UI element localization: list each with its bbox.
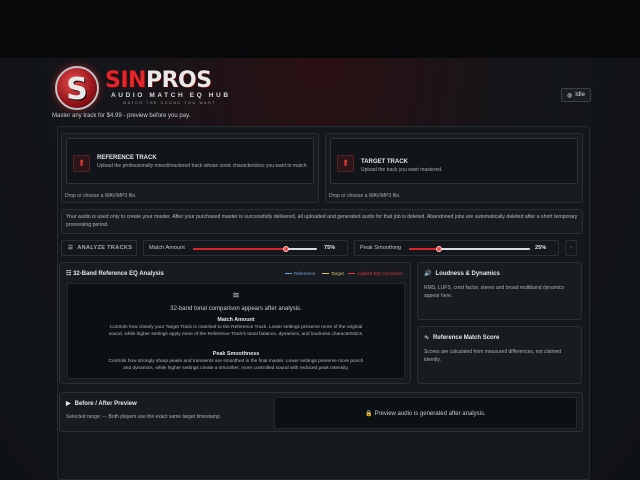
- preview-message: 🔒 Preview audio is generated after analy…: [365, 411, 486, 417]
- peak-smoothness-help: Controls how strongly sharp peaks and tr…: [108, 359, 364, 372]
- eq-empty-message: 32-band tonal comparison appears after a…: [170, 306, 302, 312]
- before-after-title: ▶ Before / After Preview: [66, 400, 137, 408]
- reference-title: REFERENCE TRACK: [97, 155, 157, 161]
- target-desc: Upload the track you want mastered.: [361, 167, 443, 173]
- eq-title: ☷ 32-Band Reference EQ Analysis: [66, 271, 164, 277]
- top-bar: [0, 0, 640, 58]
- match-amount-heading: Match Amount: [217, 317, 255, 323]
- peak-smoothing-value: 25%: [535, 245, 547, 251]
- lock-icon: 🔒: [365, 411, 373, 417]
- target-hint: Drop or choose a WAV/MP3 file.: [329, 193, 401, 199]
- status-label: Idle: [575, 92, 585, 98]
- before-after-desc: Selected range: --. Both players use the…: [66, 414, 222, 420]
- status-dot-icon: ◍: [567, 92, 573, 99]
- peak-smoothing-control: Peak Smoothing 25%: [354, 240, 559, 256]
- play-icon: ▶: [66, 401, 71, 407]
- legend-reference: Reference: [285, 271, 315, 276]
- analyze-label: ANALYZE TRACKS: [77, 245, 133, 251]
- peak-smoothing-thumb[interactable]: [436, 246, 443, 252]
- upload-icon: ⬆: [73, 155, 90, 172]
- logo-wordmark: SINPROS: [105, 68, 212, 93]
- peak-smoothing-fill: [409, 248, 440, 250]
- match-amount-slider[interactable]: [193, 246, 317, 252]
- target-dropzone[interactable]: ⬆ TARGET TRACK Upload the track you want…: [330, 138, 578, 184]
- speaker-icon: 🔊: [424, 271, 432, 277]
- eq-graph-area: ≋ 32-band tonal comparison appears after…: [67, 283, 405, 379]
- match-amount-control: Match Amount 75%: [143, 240, 348, 256]
- match-amount-fill: [193, 248, 286, 250]
- before-after-panel: ▶ Before / After Preview Selected range: …: [59, 392, 583, 432]
- logo-tagline: MATCH THE SOUND YOU WANT: [123, 101, 217, 105]
- next-button[interactable]: ›: [565, 240, 577, 256]
- reference-desc: Upload the professionally mixed/mastered…: [97, 163, 308, 169]
- status-button[interactable]: ◍ Idle: [561, 88, 591, 102]
- eq-analysis-panel: ☷ 32-Band Reference EQ Analysis Referenc…: [59, 262, 411, 384]
- loudness-desc: RMS, LUFS, crest factor, stereo and broa…: [424, 285, 565, 299]
- page-tagline: Master any track for $4.99 - preview bef…: [52, 113, 191, 119]
- loudness-panel: 🔊 Loudness & Dynamics RMS, LUFS, crest fa…: [417, 262, 582, 320]
- legend-target: Target: [322, 271, 344, 276]
- bars-icon: ☷: [66, 271, 72, 277]
- logo-subtitle: AUDIO MATCH EQ HUB: [111, 92, 231, 99]
- legend-correction: Applied EQ Correction: [348, 271, 403, 276]
- menu-icon: ☰: [68, 245, 74, 251]
- loudness-title: 🔊 Loudness & Dynamics: [424, 270, 500, 278]
- upload-icon: ⬆: [337, 155, 354, 172]
- score-title: ∿ Reference Match Score: [424, 334, 500, 342]
- score-desc: Scores are calculated from measured diff…: [424, 349, 562, 363]
- wave-icon: ≋: [232, 290, 240, 300]
- match-amount-thumb[interactable]: [283, 246, 289, 252]
- reference-dropzone[interactable]: ⬆ REFERENCE TRACK Upload the professiona…: [66, 138, 314, 184]
- analyze-tracks-button[interactable]: ☰ ANALYZE TRACKS: [61, 240, 137, 256]
- logo-mark: S: [55, 66, 99, 110]
- chevron-right-icon: ›: [570, 245, 572, 251]
- match-amount-value: 75%: [324, 245, 336, 251]
- match-amount-label: Match Amount: [149, 245, 185, 251]
- preview-area: 🔒 Preview audio is generated after analy…: [274, 397, 577, 429]
- peak-smoothness-heading: Peak Smoothness: [212, 351, 260, 357]
- reference-hint: Drop or choose a WAV/MP3 file.: [65, 193, 137, 199]
- peak-smoothing-label: Peak Smoothing: [360, 245, 402, 251]
- target-title: TARGET TRACK: [361, 159, 408, 165]
- privacy-notice: Your audio is used only to create your m…: [61, 209, 583, 234]
- peak-smoothing-slider[interactable]: [409, 246, 530, 252]
- target-upload-panel: ⬆ TARGET TRACK Upload the track you want…: [325, 133, 583, 203]
- match-amount-help: Controls how closely your Target Track i…: [108, 325, 364, 338]
- pulse-icon: ∿: [424, 335, 430, 341]
- match-score-panel: ∿ Reference Match Score Scores are calcul…: [417, 326, 582, 384]
- reference-upload-panel: ⬆ REFERENCE TRACK Upload the professiona…: [61, 133, 319, 203]
- brand-logo: S SINPROS AUDIO MATCH EQ HUB MATCH THE S…: [55, 66, 235, 110]
